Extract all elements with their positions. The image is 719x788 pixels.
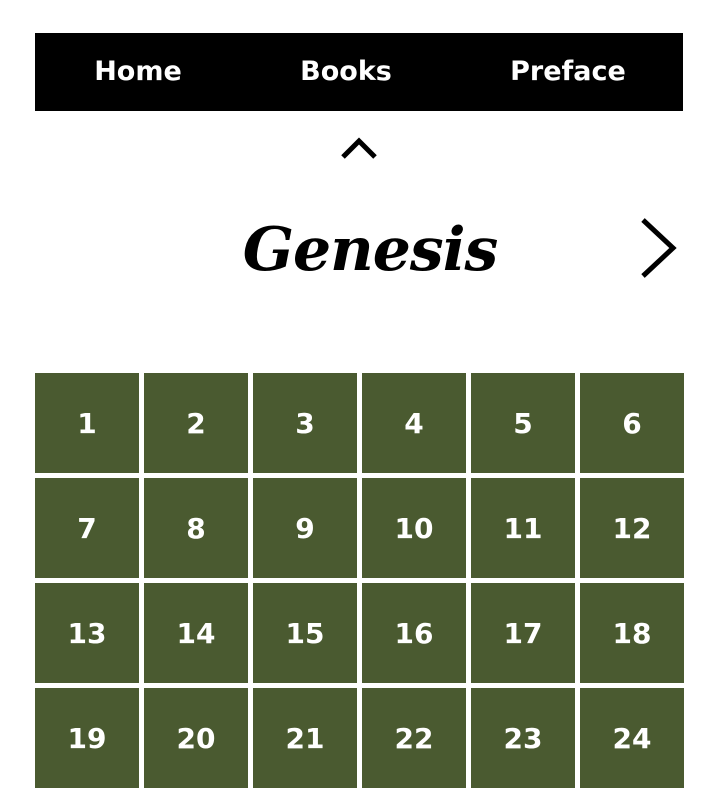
chapter-button[interactable]: 13 <box>35 583 139 683</box>
chapter-button[interactable]: 14 <box>144 583 248 683</box>
chapter-button[interactable]: 21 <box>253 688 357 788</box>
chapter-button[interactable]: 18 <box>580 583 684 683</box>
chapter-button[interactable]: 2 <box>144 373 248 473</box>
chapter-button[interactable]: 6 <box>580 373 684 473</box>
chapter-button[interactable]: 10 <box>362 478 466 578</box>
chapter-button[interactable]: 22 <box>362 688 466 788</box>
chapter-button[interactable]: 24 <box>580 688 684 788</box>
chapter-button[interactable]: 3 <box>253 373 357 473</box>
chapter-button[interactable]: 4 <box>362 373 466 473</box>
nav-home[interactable]: Home <box>68 33 208 111</box>
nav-preface[interactable]: Preface <box>490 33 646 111</box>
chevron-right-icon <box>641 218 677 278</box>
next-book-button[interactable] <box>633 212 683 284</box>
chapter-button[interactable]: 1 <box>35 373 139 473</box>
chapter-button[interactable]: 12 <box>580 478 684 578</box>
nav-books[interactable]: Books <box>275 33 417 111</box>
chapter-button[interactable]: 5 <box>471 373 575 473</box>
chevron-up-icon <box>341 137 377 159</box>
top-nav: Home Books Preface <box>35 33 683 111</box>
chapter-button[interactable]: 16 <box>362 583 466 683</box>
chapter-button[interactable]: 19 <box>35 688 139 788</box>
chapter-button[interactable]: 15 <box>253 583 357 683</box>
chapter-button[interactable]: 9 <box>253 478 357 578</box>
collapse-button[interactable] <box>336 130 382 164</box>
chapter-button[interactable]: 7 <box>35 478 139 578</box>
chapter-button[interactable]: 11 <box>471 478 575 578</box>
chapter-button[interactable]: 17 <box>471 583 575 683</box>
chapter-button[interactable]: 20 <box>144 688 248 788</box>
book-title: Genesis <box>242 215 499 285</box>
chapter-button[interactable]: 8 <box>144 478 248 578</box>
chapter-button[interactable]: 23 <box>471 688 575 788</box>
